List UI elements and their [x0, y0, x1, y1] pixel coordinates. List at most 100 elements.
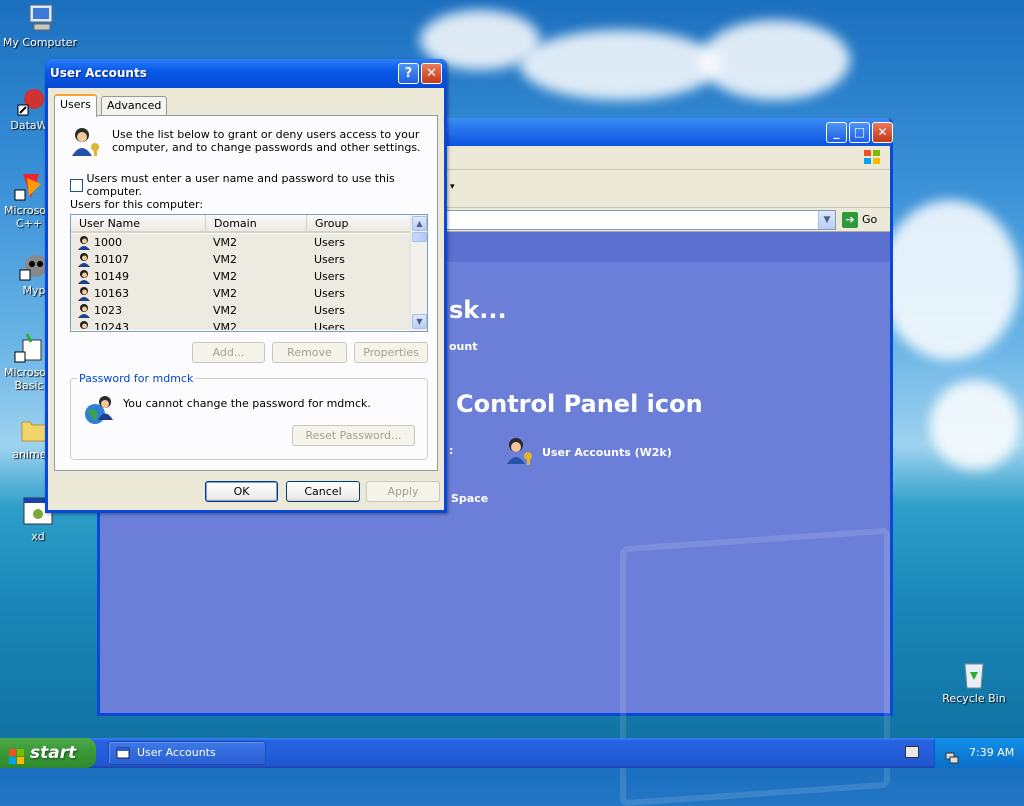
table-row[interactable]: 10163 VM2 Users: [71, 285, 411, 302]
start-button[interactable]: start: [0, 738, 96, 768]
recycle-bin-icon: [958, 658, 990, 690]
cloud: [520, 30, 720, 100]
remove-user-button[interactable]: Remove: [272, 342, 347, 363]
password-group-title: Password for mdmck: [77, 372, 196, 385]
network-icon[interactable]: [945, 746, 959, 764]
cell-group: Users: [314, 304, 345, 317]
add-user-button[interactable]: Add...: [192, 342, 265, 363]
cell-domain: VM2: [213, 253, 238, 266]
scroll-up-button[interactable]: ▲: [412, 216, 427, 231]
cell-domain: VM2: [213, 287, 238, 300]
windows-logo-icon: [862, 148, 884, 168]
cell-user-name: 10163: [94, 287, 129, 300]
windows-flag-icon: [9, 745, 25, 764]
cell-domain: VM2: [213, 270, 238, 283]
cell-user-name: 10149: [94, 270, 129, 283]
user-accounts-icon: [69, 126, 103, 158]
dialog-titlebar[interactable]: User Accounts ? ✕: [45, 59, 447, 88]
cell-user-name: 10107: [94, 253, 129, 266]
cell-user-name: 10243: [94, 321, 129, 330]
system-tray: 7:39 AM: [934, 738, 1024, 768]
cell-group: Users: [314, 287, 345, 300]
tab-advanced[interactable]: Advanced: [101, 96, 168, 116]
user-accounts-small-icon: [116, 746, 130, 760]
require-password-label: Users must enter a user name and passwor…: [86, 172, 395, 198]
app-shortcut-icon: [16, 85, 48, 117]
clock[interactable]: 7:39 AM: [969, 738, 1014, 768]
dialog-close-button[interactable]: ✕: [421, 63, 442, 84]
require-password-checkbox[interactable]: [70, 178, 83, 192]
cell-domain: VM2: [213, 236, 238, 249]
table-row[interactable]: 1000 VM2 Users: [71, 234, 411, 251]
user-icon: [80, 321, 88, 329]
account-link[interactable]: ount: [449, 340, 477, 353]
cloud: [700, 20, 850, 100]
visual-basic-icon: [13, 332, 45, 364]
listview-scrollbar[interactable]: ▲ ▼: [410, 215, 427, 331]
cell-user-name: 1023: [94, 304, 122, 317]
address-input[interactable]: ▼: [440, 210, 836, 230]
taskbar: start User Accounts 7:39 AM: [0, 738, 1024, 768]
cell-group: Users: [314, 270, 345, 283]
scroll-down-button[interactable]: ▼: [412, 314, 427, 329]
go-arrow-icon: ➔: [842, 212, 858, 228]
taskbar-button-label: User Accounts: [137, 746, 216, 759]
desktop-icon-recycle-bin[interactable]: Recycle Bin: [934, 658, 1014, 705]
go-button[interactable]: ➔ Go: [842, 211, 890, 229]
cell-group: Users: [314, 253, 345, 266]
user-accounts-w2k-icon[interactable]: [503, 436, 537, 466]
cell-user-name: 1000: [94, 236, 122, 249]
cloud: [880, 200, 1020, 360]
colon-fragment: :: [449, 444, 454, 457]
ok-button[interactable]: OK: [205, 481, 278, 502]
keyboard-icon[interactable]: [905, 746, 919, 758]
user-accounts-w2k-link[interactable]: User Accounts (W2k): [542, 446, 672, 459]
address-dropdown-button[interactable]: ▼: [818, 211, 835, 229]
user-icon: [78, 253, 90, 267]
users-listview[interactable]: User Name Domain Group 1000 VM2 Users 10107…: [70, 214, 428, 332]
listview-header: User Name Domain Group: [71, 215, 411, 233]
pick-task-heading: sk...: [449, 296, 507, 324]
scroll-thumb[interactable]: [412, 232, 427, 242]
start-label: start: [30, 743, 77, 763]
column-domain[interactable]: Domain: [206, 215, 307, 233]
password-message: You cannot change the password for mdmck…: [123, 397, 371, 410]
users-list-label: Users for this computer:: [70, 198, 204, 211]
table-row[interactable]: 1023 VM2 Users: [71, 302, 411, 319]
visual-cpp-icon: [13, 170, 45, 202]
users-tab-panel: Use the list below to grant or deny user…: [54, 115, 438, 471]
minimize-button[interactable]: _: [826, 122, 847, 143]
table-row[interactable]: 10243 VM2 Users: [71, 319, 411, 330]
dialog-title: User Accounts: [50, 66, 147, 80]
pick-icon-heading: Control Panel icon: [456, 390, 703, 418]
taskbar-button-user-accounts[interactable]: User Accounts: [108, 741, 266, 765]
tab-users[interactable]: Users: [54, 94, 97, 117]
my-computer-icon: [24, 2, 56, 34]
cell-group: Users: [314, 321, 345, 330]
listview-rows: 1000 VM2 Users 10107 VM2 Users 10149 VM2 Users 10…: [71, 234, 411, 330]
user-accounts-dialog[interactable]: User Accounts ? ✕ Users Advanced Use the…: [45, 59, 447, 513]
table-row[interactable]: 10107 VM2 Users: [71, 251, 411, 268]
column-user-name[interactable]: User Name: [71, 215, 206, 233]
cell-domain: VM2: [213, 304, 238, 317]
space-link[interactable]: Space: [451, 492, 488, 505]
require-password-option[interactable]: Users must enter a user name and passwor…: [70, 172, 437, 198]
user-icon: [78, 270, 90, 284]
close-button[interactable]: ✕: [872, 122, 893, 143]
user-icon: [78, 287, 90, 301]
user-icon: [78, 236, 90, 250]
maximize-button[interactable]: □: [849, 122, 870, 143]
properties-button[interactable]: Properties: [354, 342, 428, 363]
table-row[interactable]: 10149 VM2 Users: [71, 268, 411, 285]
reset-password-button[interactable]: Reset Password...: [292, 425, 415, 446]
toolbar-dropdown-arrow[interactable]: ▾: [450, 182, 455, 192]
help-button[interactable]: ?: [398, 63, 419, 84]
cancel-button[interactable]: Cancel: [286, 481, 360, 502]
user-globe-icon: [83, 393, 117, 427]
user-icon: [78, 304, 90, 318]
desktop-icon-my-computer[interactable]: My Computer: [0, 2, 80, 49]
apply-button[interactable]: Apply: [366, 481, 440, 502]
column-group[interactable]: Group: [307, 215, 411, 233]
password-groupbox: Password for mdmck You cannot change the…: [70, 372, 428, 460]
cell-group: Users: [314, 236, 345, 249]
